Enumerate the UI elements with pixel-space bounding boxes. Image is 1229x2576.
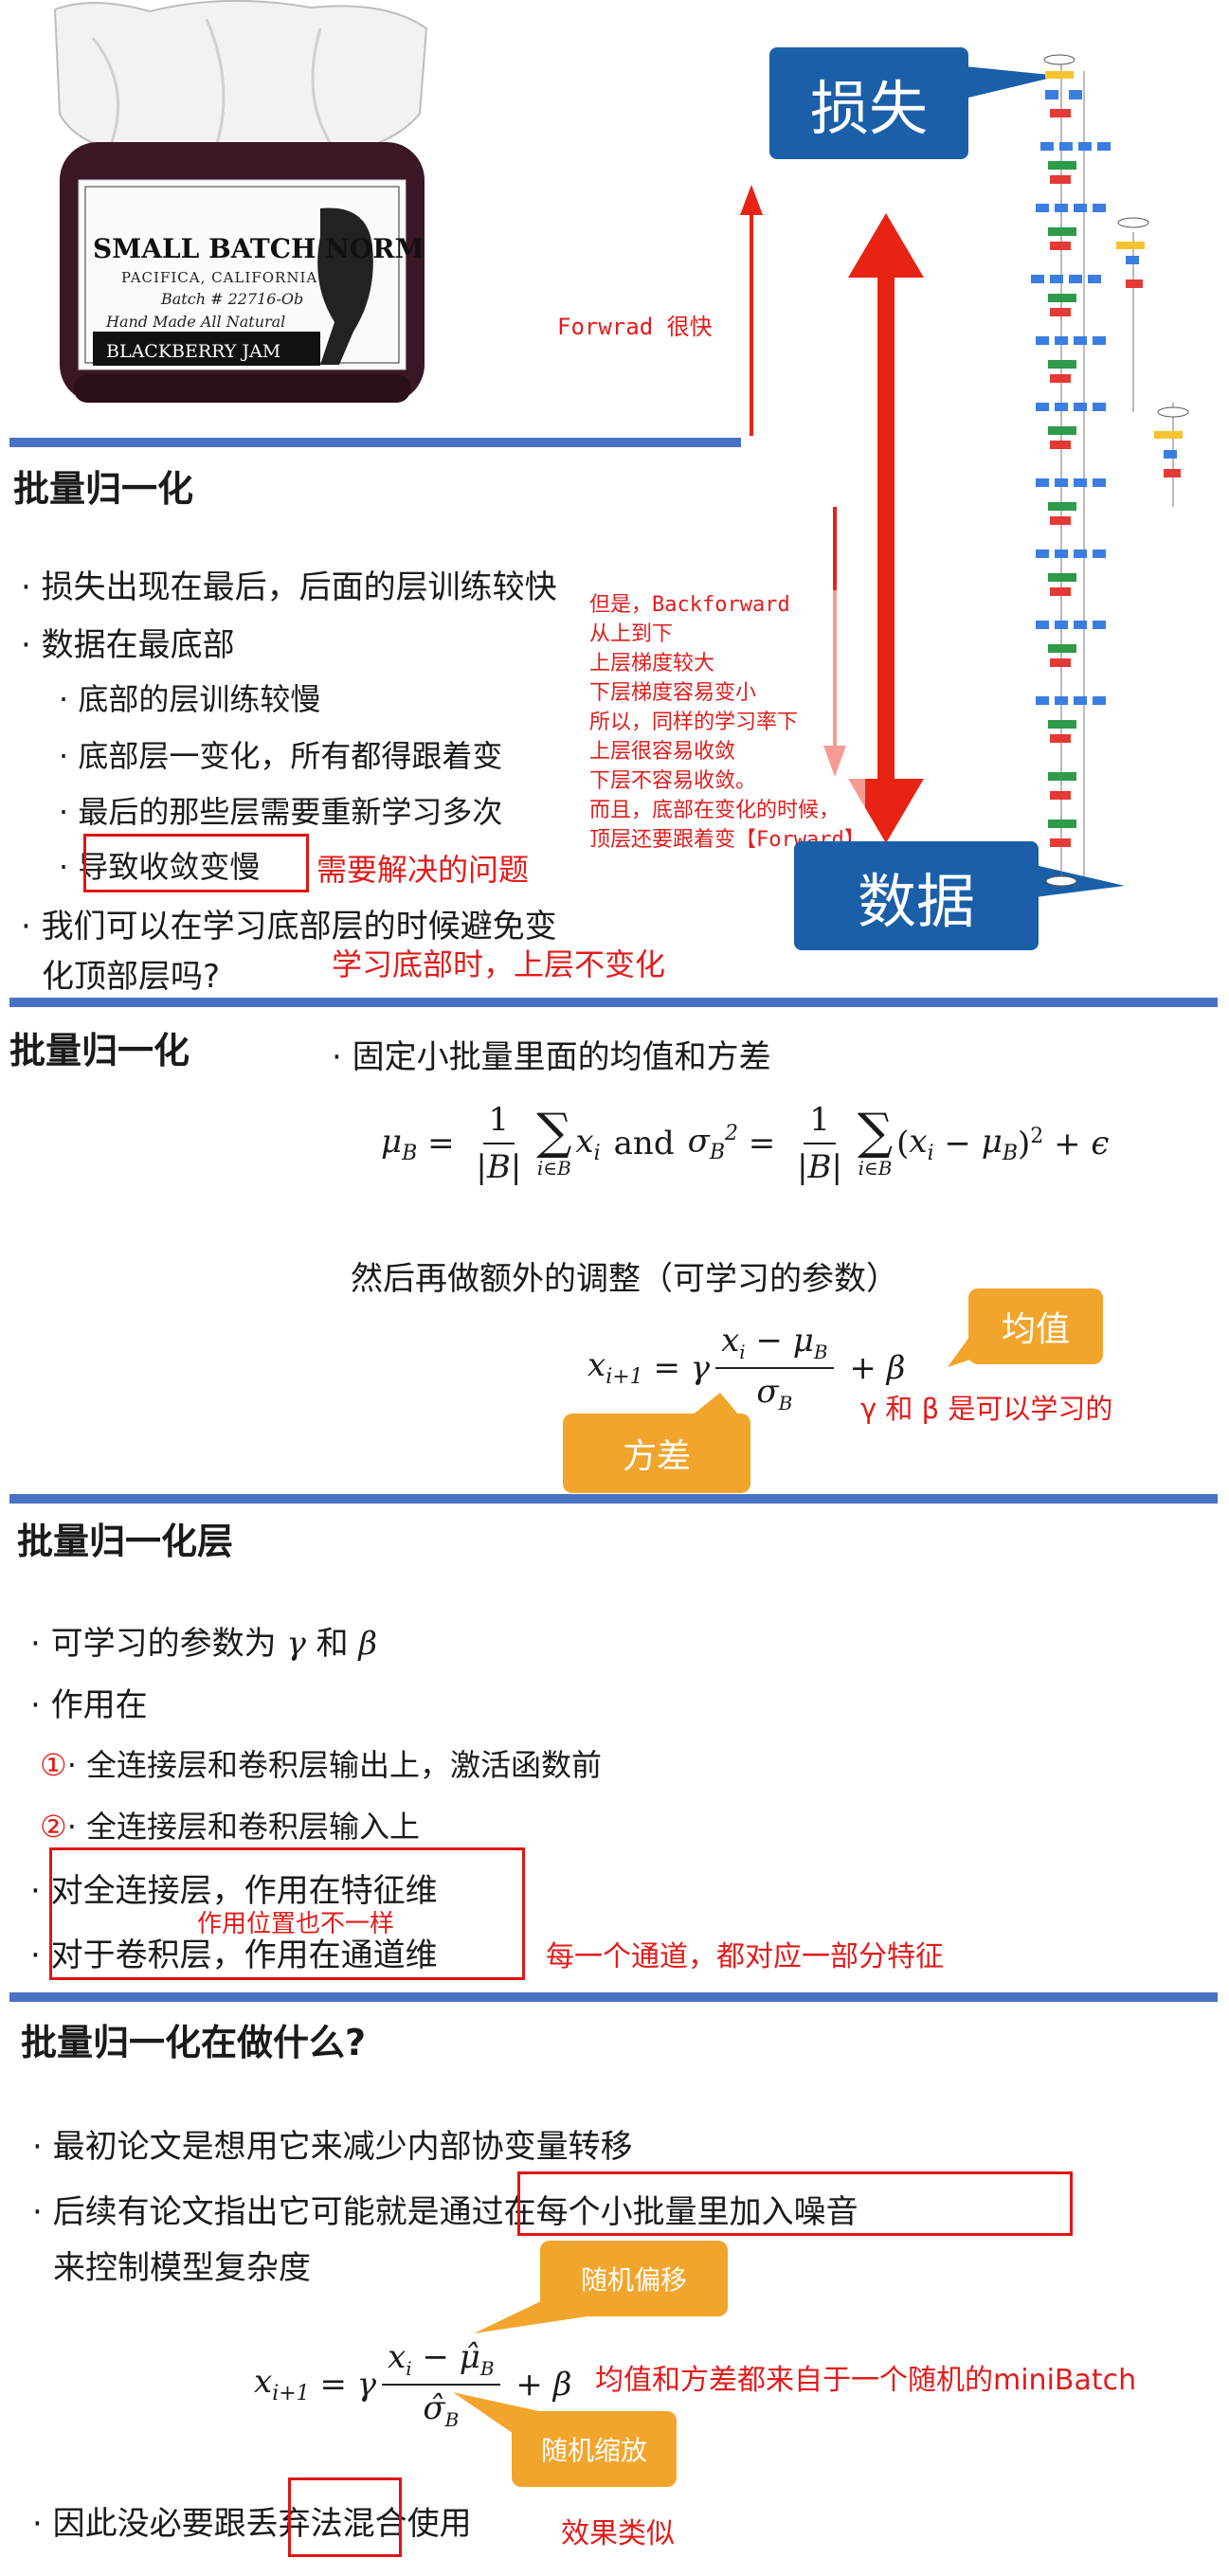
random-scale-pointer bbox=[453, 2392, 548, 2438]
variance-bubble: 方差 bbox=[563, 1414, 750, 1493]
s4-bullet-3-part1: 因此没必要跟 bbox=[52, 2505, 246, 2543]
loss-bubble: 损失 bbox=[769, 47, 968, 159]
learnable-note: γ 和 β 是可以学习的 bbox=[860, 1393, 1113, 1425]
s1-sub-2: · 底部层一变化，所有都得跟着变 bbox=[59, 738, 503, 774]
forward-note: Forwrad 很快 bbox=[557, 314, 713, 340]
s3-num-1-text: 全连接层和卷积层输出上，激活函数前 bbox=[86, 1747, 603, 1783]
mean-bubble: 均值 bbox=[968, 1288, 1103, 1364]
jar-label-product: BLACKBERRY JAM bbox=[106, 341, 281, 362]
s1-bullet-3-note: 学习底部时，上层不变化 bbox=[332, 946, 666, 982]
mean-bubble-pointer bbox=[948, 1333, 985, 1367]
s4-bullet-2-line2: 来控制模型复杂度 bbox=[53, 2249, 311, 2287]
network-diagram bbox=[1031, 54, 1189, 887]
section-3-title: 批量归一化层 bbox=[17, 1521, 234, 1562]
section-1-title: 批量归一化 bbox=[13, 468, 194, 510]
s3-num-1: ①· 全连接层和卷积层输出上，激活函数前 bbox=[40, 1747, 603, 1783]
s1-sub-2-text: 底部层一变化，所有都得跟着变 bbox=[78, 738, 503, 774]
s1-bullet-1: · 损失出现在最后，后面的层训练较快 bbox=[21, 568, 557, 606]
s3-bullet-4-text: 对于卷积层，作用在通道维 bbox=[50, 1937, 438, 1974]
section-4-title: 批量归一化在做什么? bbox=[21, 2022, 367, 2063]
section-divider-3 bbox=[9, 1494, 1218, 1504]
s4-bullet-2-part1: 后续有论文指出它可能就是 bbox=[52, 2193, 440, 2231]
section-2-title: 批量归一化 bbox=[9, 1030, 190, 1072]
s2-bullet-text: 固定小批量里面的均值和方差 bbox=[352, 1038, 771, 1076]
s3-bullet-1: · 可学习的参数为 γ 和 β bbox=[30, 1625, 378, 1663]
random-shift-pointer bbox=[474, 2288, 587, 2333]
jar-label-handmade: Hand Made All Natural bbox=[106, 313, 286, 331]
s3-num-2-text: 全连接层和卷积层输入上 bbox=[86, 1809, 421, 1845]
jar-label-batch: Batch # 22716-Ob bbox=[161, 290, 304, 308]
section-divider-4 bbox=[9, 1992, 1218, 2002]
minibatch-note: 均值和方差都来自于一个随机的miniBatch bbox=[595, 2356, 1136, 2398]
s3-beta: β bbox=[358, 1625, 378, 1663]
s1-sub-4-highlight bbox=[83, 834, 309, 892]
s1-bullet-3-line1: 我们可以在学习底部层的时候避免变 bbox=[41, 908, 557, 946]
minibatch-note-text: 均值和方差都来自于一个随机的miniBatch bbox=[595, 2364, 1137, 2397]
s3-bullet-1-text: 可学习的参数为 bbox=[50, 1625, 277, 1663]
s4-bullet-3-note: 效果类似 bbox=[561, 2517, 675, 2550]
s3-bullet-2-text: 作用在 bbox=[50, 1686, 148, 1724]
formula-and-word: and bbox=[613, 1125, 675, 1162]
s3-num-1-mark: ① bbox=[40, 1747, 67, 1783]
section-divider-1 bbox=[9, 438, 741, 447]
s2-adjust-text: 然后再做额外的调整（可学习的参数） bbox=[351, 1260, 898, 1298]
s1-sub-3-text: 最后的那些层需要重新学习多次 bbox=[78, 794, 503, 830]
s1-sub-3: · 最后的那些层需要重新学习多次 bbox=[59, 794, 503, 830]
s1-sub-1-text: 底部的层训练较慢 bbox=[78, 681, 321, 717]
jar-label-location: PACIFICA, CALIFORNIA bbox=[121, 269, 318, 286]
section-divider-2 bbox=[9, 998, 1218, 1007]
s3-gamma: γ bbox=[286, 1625, 306, 1663]
forward-arrow bbox=[740, 185, 763, 436]
s1-bullet-3-line2: 化顶部层吗? bbox=[42, 958, 221, 996]
s3-bullet-4: · 对于卷积层，作用在通道维 bbox=[30, 1937, 438, 1974]
bn-transform-formula: xi+1 = γ xi − μB σB + β bbox=[587, 1322, 906, 1414]
s3-channel-note: 每一个通道，都对应一部分特征 bbox=[546, 1940, 944, 1973]
s1-bullet-1-text: 损失出现在最后，后面的层训练较快 bbox=[41, 568, 557, 606]
s4-dropout-highlight bbox=[288, 2477, 402, 2557]
s3-bullet-2: · 作用在 bbox=[30, 1686, 148, 1724]
s3-and: 和 bbox=[316, 1625, 349, 1663]
s4-noise-highlight bbox=[517, 2171, 1073, 2236]
s1-sub-4-note: 需要解决的问题 bbox=[316, 852, 530, 888]
s1-bullet-3: · 我们可以在学习底部层的时候避免变 bbox=[21, 908, 557, 946]
s1-bullet-2-text: 数据在最底部 bbox=[41, 626, 235, 664]
s1-sub-1: · 底部的层训练较慢 bbox=[59, 681, 321, 717]
batch-stats-formula: μB = 1 |B| ∑ i∈B xi and σB2 = 1 |B| ∑ i∈B (x… bbox=[381, 1101, 1110, 1186]
jar-label-title: SMALL BATCH NORM bbox=[93, 233, 425, 264]
backward-note: 但是，Backforward 从上到下 上层梯度较大 下层梯度容易变小 所以，同… bbox=[589, 590, 865, 855]
s4-bullet-3: · 因此没必要跟丢弃法混合使用 bbox=[32, 2505, 472, 2543]
s3-num-2-mark: ② bbox=[40, 1809, 67, 1845]
s4-bullet-1: · 最初论文是想用它来减少内部协变量转移 bbox=[32, 2128, 633, 2166]
variance-bubble-pointer bbox=[692, 1393, 739, 1415]
s2-bullet: · 固定小批量里面的均值和方差 bbox=[332, 1038, 771, 1076]
s4-bullet-1-text: 最初论文是想用它来减少内部协变量转移 bbox=[52, 2128, 633, 2166]
s1-bullet-2: · 数据在最底部 bbox=[21, 626, 235, 664]
s3-num-2: ②· 全连接层和卷积层输入上 bbox=[40, 1809, 421, 1845]
